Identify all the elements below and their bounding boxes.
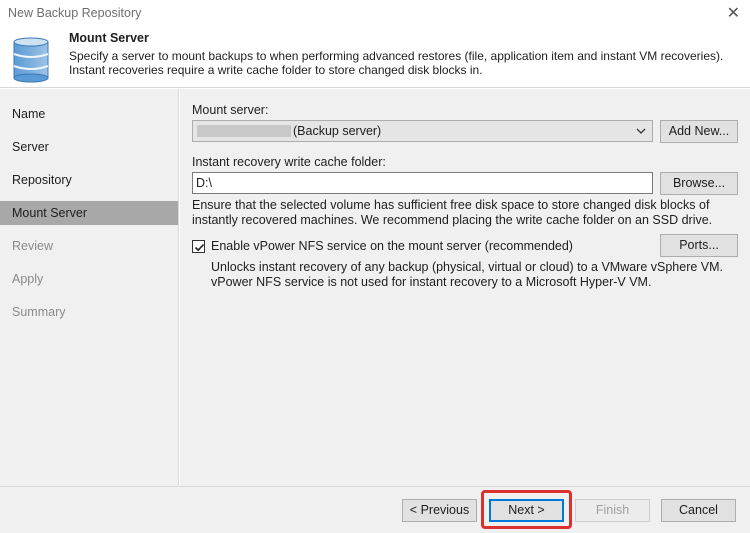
title-bar: New Backup Repository ✕ [0, 0, 750, 28]
wizard-steps: Name Server Repository Mount Server Revi… [0, 89, 179, 486]
add-new-button[interactable]: Add New... [660, 120, 738, 143]
cache-folder-label: Instant recovery write cache folder: [192, 155, 386, 169]
chevron-down-icon [636, 128, 646, 134]
previous-button[interactable]: < Previous [402, 499, 477, 522]
database-icon [13, 37, 49, 83]
vpower-nfs-label[interactable]: Enable vPower NFS service on the mount s… [211, 239, 573, 253]
browse-button[interactable]: Browse... [660, 172, 738, 195]
step-apply: Apply [12, 272, 44, 286]
next-button[interactable]: Next > [489, 499, 564, 522]
cache-folder-note: Ensure that the selected volume has suff… [192, 198, 713, 227]
vpower-nfs-description: Unlocks instant recovery of any backup (… [211, 260, 724, 289]
step-summary: Summary [12, 305, 66, 319]
page-title: Mount Server [69, 31, 149, 45]
main-content: Mount server: (Backup server) Add New...… [180, 89, 750, 486]
cache-folder-input[interactable]: D:\ [192, 172, 653, 194]
finish-button: Finish [575, 499, 650, 522]
mount-server-select[interactable]: (Backup server) [192, 120, 653, 142]
mount-server-label: Mount server: [192, 103, 269, 117]
step-mount-server[interactable]: Mount Server [0, 201, 178, 225]
window-title: New Backup Repository [8, 6, 142, 20]
step-name[interactable]: Name [0, 102, 178, 126]
page-description: Specify a server to mount backups to whe… [69, 49, 724, 77]
cancel-button[interactable]: Cancel [661, 499, 736, 522]
ports-button[interactable]: Ports... [660, 234, 738, 257]
wizard-header: Mount Server Specify a server to mount b… [0, 28, 750, 88]
step-server[interactable]: Server [0, 135, 178, 159]
step-review: Review [12, 239, 53, 253]
vpower-nfs-checkbox[interactable] [192, 240, 205, 253]
wizard-footer: < Previous Next > Finish Cancel [0, 486, 750, 533]
check-icon [194, 243, 205, 252]
mount-server-value: (Backup server) [293, 124, 382, 138]
step-repository[interactable]: Repository [0, 168, 178, 192]
close-icon[interactable]: ✕ [727, 3, 740, 23]
redacted-server-name [197, 125, 291, 137]
